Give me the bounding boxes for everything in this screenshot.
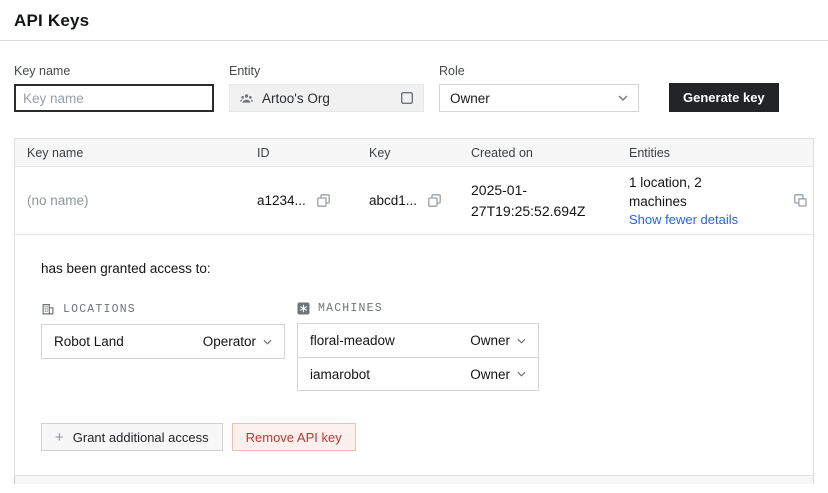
copy-icon: [427, 193, 442, 208]
square-outline-icon: [400, 91, 414, 105]
machine-role-select[interactable]: Owner: [470, 367, 526, 382]
machine-access-row: floral-meadow Owner: [298, 324, 538, 357]
col-header-entities: Entities: [629, 146, 787, 160]
key-name-input[interactable]: [14, 84, 214, 112]
key-cell: abcd1...: [369, 193, 471, 208]
entity-select[interactable]: Artoo's Org: [229, 84, 424, 112]
grant-additional-access-label: Grant additional access: [73, 430, 209, 445]
chevron-down-icon: [263, 339, 272, 345]
duplicate-key-button[interactable]: [793, 193, 808, 208]
entity-value: Artoo's Org: [262, 91, 392, 106]
table-row: (no name) a1234... abcd1...: [15, 167, 813, 235]
next-table-header-strip: [14, 476, 814, 484]
access-intro-text: has been granted access to:: [41, 261, 787, 276]
entities-summary: 1 location, 2 machines: [629, 174, 755, 212]
machine-icon: [297, 302, 310, 315]
entities-cell: 1 location, 2 machines Show fewer detail…: [629, 168, 787, 234]
machine-role-value: Owner: [470, 367, 510, 382]
copy-icon: [316, 193, 331, 208]
organization-icon: [239, 92, 254, 105]
role-label: Role: [439, 64, 639, 78]
locations-section-title: LOCATIONS: [63, 303, 136, 316]
locations-list: Robot Land Operator: [41, 324, 285, 359]
entity-label: Entity: [229, 64, 424, 78]
chevron-down-icon: [517, 371, 526, 377]
duplicate-icon: [793, 193, 808, 208]
role-select[interactable]: Owner: [439, 84, 639, 112]
chevron-down-icon: [618, 95, 628, 101]
col-header-key: Key: [369, 146, 471, 160]
col-header-id: ID: [257, 146, 369, 160]
chevron-down-icon: [517, 338, 526, 344]
api-keys-page: API Keys Key name Entity A: [0, 0, 828, 493]
generate-key-form: Key name Entity Artoo's Org: [14, 64, 814, 112]
col-header-key-name: Key name: [15, 146, 257, 160]
machine-role-select[interactable]: Owner: [470, 333, 526, 348]
api-keys-table: Key name ID Key Created on Entities (no …: [14, 138, 814, 476]
key-value: abcd1...: [369, 193, 417, 208]
row-actions-cell: [787, 193, 813, 208]
machine-name: floral-meadow: [310, 333, 395, 348]
location-role-value: Operator: [203, 334, 256, 349]
created-on-cell: 2025-01-27T19:25:52.694Z: [471, 180, 621, 221]
machine-name: iamarobot: [310, 367, 370, 382]
role-value: Owner: [450, 91, 490, 106]
show-fewer-details-link[interactable]: Show fewer details: [629, 212, 787, 227]
copy-key-button[interactable]: [427, 193, 442, 208]
key-name-label: Key name: [14, 64, 214, 78]
machines-list: floral-meadow Owner iamarobot: [297, 323, 539, 391]
location-role-select[interactable]: Operator: [203, 334, 272, 349]
id-value: a1234...: [257, 193, 306, 208]
id-cell: a1234...: [257, 193, 369, 208]
machines-section: MACHINES floral-meadow Owner: [297, 302, 539, 391]
machine-access-row: iamarobot Owner: [298, 357, 538, 390]
plus-icon: +: [55, 430, 64, 445]
locations-section: LOCATIONS Robot Land Operator: [41, 302, 285, 391]
copy-id-button[interactable]: [316, 193, 331, 208]
location-name: Robot Land: [54, 334, 124, 349]
header-divider: [0, 40, 828, 41]
table-header-row: Key name ID Key Created on Entities: [15, 139, 813, 167]
building-icon: [41, 302, 55, 316]
generate-key-button[interactable]: Generate key: [669, 83, 779, 112]
key-name-cell: (no name): [15, 193, 257, 208]
col-header-created-on: Created on: [471, 146, 629, 160]
page-title: API Keys: [0, 0, 828, 31]
location-access-row: Robot Land Operator: [42, 325, 284, 358]
machine-role-value: Owner: [470, 333, 510, 348]
key-details-panel: has been granted access to: LOCATION: [15, 235, 813, 475]
machines-section-title: MACHINES: [318, 302, 383, 315]
grant-additional-access-button[interactable]: + Grant additional access: [41, 423, 223, 451]
remove-api-key-button[interactable]: Remove API key: [232, 423, 356, 451]
